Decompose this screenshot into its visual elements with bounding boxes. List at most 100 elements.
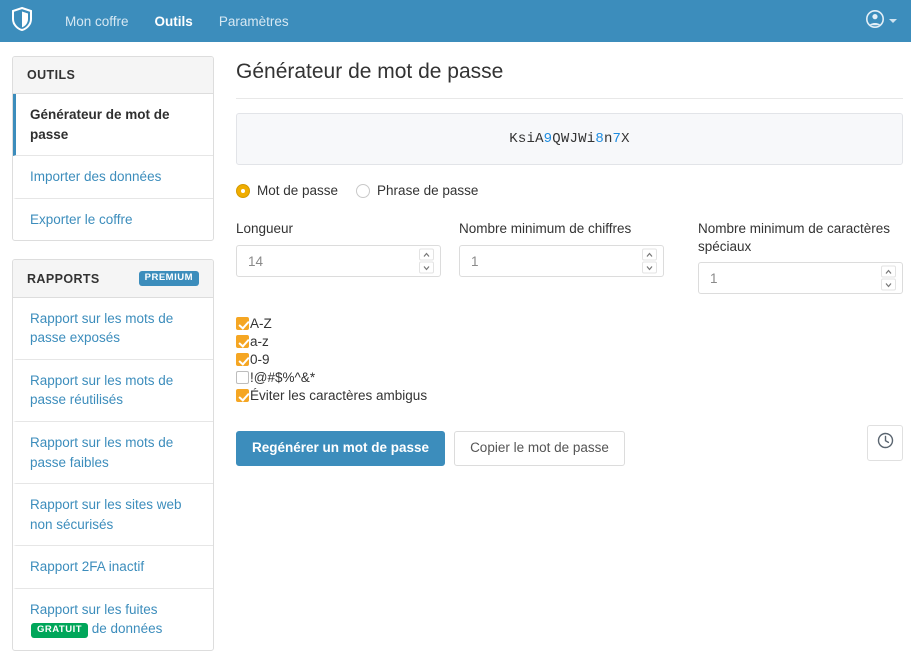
sidebar-item-label: Exporter le coffre [30, 211, 133, 227]
account-menu[interactable] [866, 9, 897, 33]
checkbox-uppercase[interactable] [236, 317, 249, 331]
checkbox-digits-label: 0-9 [250, 352, 270, 368]
min-digits-stepper [642, 248, 657, 274]
sidebar-item-label: Rapport sur les mots de passe exposés [30, 310, 174, 346]
field-min-digits: Nombre minimum de chiffres 1 [459, 220, 664, 294]
tools-panel: OUTILS Générateur de mot de passe Import… [12, 56, 214, 242]
generated-password-text: KsiA9QWJWi8n7X [509, 131, 630, 147]
checkbox-row-avoid-ambiguous[interactable]: Éviter les caractères ambigus [236, 388, 903, 403]
reports-panel-title: RAPPORTS [27, 271, 100, 286]
reports-panel: RAPPORTS PREMIUM Rapport sur les mots de… [12, 259, 214, 651]
tools-panel-title: OUTILS [27, 68, 76, 82]
password-char: i [526, 131, 536, 147]
tools-panel-header: OUTILS [13, 57, 213, 94]
character-set-checkboxes: A-Z a-z 0-9 !@#$%^&* Éviter les caractèr… [236, 316, 903, 403]
action-bar: Regénérer un mot de passe Copier le mot … [236, 419, 903, 466]
sidebar-item-unsecured-websites-report[interactable]: Rapport sur les sites web non sécurisés [13, 484, 213, 547]
sidebar-item-label: Importer des données [30, 169, 162, 185]
checkbox-row-digits[interactable]: 0-9 [236, 352, 903, 367]
password-char: J [569, 131, 579, 147]
stepper-down-icon[interactable] [881, 278, 896, 291]
password-type-radio-group: Mot de passe Phrase de passe [236, 183, 903, 198]
shield-icon [12, 6, 32, 36]
length-input[interactable]: 14 [236, 245, 441, 277]
user-circle-icon [866, 9, 884, 33]
page-title: Générateur de mot de passe [236, 60, 903, 99]
regenerate-password-button[interactable]: Regénérer un mot de passe [236, 431, 446, 466]
checkbox-digits[interactable] [236, 353, 249, 367]
password-char: X [621, 131, 630, 147]
radio-option-passphrase[interactable]: Phrase de passe [356, 183, 478, 198]
sidebar-item-password-generator[interactable]: Générateur de mot de passe [13, 94, 213, 157]
field-min-digits-label: Nombre minimum de chiffres [459, 221, 632, 236]
copy-password-button[interactable]: Copier le mot de passe [454, 431, 625, 466]
radio-passphrase[interactable] [356, 183, 371, 198]
sidebar-item-label-part2: de données [88, 621, 163, 637]
sidebar-item-weak-passwords-report[interactable]: Rapport sur les mots de passe faibles [13, 422, 213, 485]
sidebar-item-export-vault[interactable]: Exporter le coffre [13, 199, 213, 241]
nav-link-settings[interactable]: Paramètres [206, 10, 302, 33]
field-length-label: Longueur [236, 221, 294, 236]
password-char: A [535, 131, 544, 147]
checkbox-avoid-ambiguous-label: Éviter les caractères ambigus [250, 388, 428, 404]
sidebar-item-import-data[interactable]: Importer des données [13, 156, 213, 199]
premium-badge: PREMIUM [138, 271, 199, 286]
generator-fields: Longueur 14 Nombre minimum de chiffres 1… [236, 220, 903, 295]
sidebar-item-exposed-passwords-report[interactable]: Rapport sur les mots de passe exposés [13, 298, 213, 360]
checkbox-uppercase-label: A-Z [250, 316, 272, 332]
nav-link-tools[interactable]: Outils [142, 10, 206, 33]
checkbox-row-uppercase[interactable]: A-Z [236, 316, 903, 331]
reports-panel-header: RAPPORTS PREMIUM [13, 260, 213, 298]
stepper-up-icon[interactable] [881, 265, 896, 278]
clock-history-icon [877, 432, 894, 454]
checkbox-row-special[interactable]: !@#$%^&* [236, 370, 903, 385]
password-char: 8 [595, 131, 604, 147]
field-min-special: Nombre minimum de caractères spéciaux 1 [698, 220, 903, 295]
main-nav: Mon coffre Outils Paramètres [52, 10, 302, 33]
stepper-up-icon[interactable] [419, 248, 434, 261]
radio-passphrase-label: Phrase de passe [377, 183, 479, 198]
top-navbar: Mon coffre Outils Paramètres [0, 0, 911, 42]
sidebar-item-data-breach-report[interactable]: Rapport sur les fuites GRATUIT de données [13, 589, 213, 650]
checkbox-lowercase[interactable] [236, 335, 249, 349]
password-history-button[interactable] [867, 424, 903, 461]
chevron-down-icon [889, 19, 897, 23]
sidebar-item-label: Rapport sur les mots de passe réutilisés [30, 372, 174, 408]
password-char: W [578, 131, 587, 147]
password-char: W [560, 131, 570, 147]
min-special-input[interactable]: 1 [698, 262, 903, 295]
stepper-down-icon[interactable] [642, 261, 657, 274]
radio-option-password[interactable]: Mot de passe [236, 183, 338, 198]
checkbox-avoid-ambiguous[interactable] [236, 389, 249, 403]
main-content: Générateur de mot de passe KsiA9QWJWi8n7… [214, 56, 903, 466]
sidebar-item-inactive-2fa-report[interactable]: Rapport 2FA inactif [13, 546, 213, 589]
page-body: OUTILS Générateur de mot de passe Import… [0, 42, 911, 669]
generated-password-box[interactable]: KsiA9QWJWi8n7X [236, 113, 903, 165]
radio-password-label: Mot de passe [257, 183, 339, 198]
field-min-special-label: Nombre minimum de caractères spéciaux [698, 221, 891, 255]
radio-password[interactable] [236, 183, 250, 198]
stepper-up-icon[interactable] [642, 248, 657, 261]
sidebar-item-label-part1: Rapport sur les fuites [30, 601, 158, 617]
password-char: 7 [612, 131, 622, 147]
password-char: Q [552, 131, 561, 147]
checkbox-row-lowercase[interactable]: a-z [236, 334, 903, 349]
sidebar: OUTILS Générateur de mot de passe Import… [12, 56, 214, 669]
stepper-down-icon[interactable] [419, 261, 434, 274]
sidebar-item-label: Générateur de mot de passe [30, 107, 170, 142]
app-logo[interactable] [6, 0, 38, 42]
min-digits-input[interactable]: 1 [459, 245, 664, 277]
field-length: Longueur 14 [236, 220, 441, 294]
password-char: n [603, 131, 613, 147]
checkbox-lowercase-label: a-z [250, 334, 269, 350]
action-buttons: Regénérer un mot de passe Copier le mot … [236, 431, 625, 466]
min-digits-value: 1 [471, 253, 479, 269]
nav-link-vault[interactable]: Mon coffre [52, 10, 142, 33]
length-value: 14 [248, 253, 264, 269]
min-special-value: 1 [710, 270, 718, 286]
gratuit-badge: GRATUIT [31, 623, 89, 638]
checkbox-special[interactable] [236, 371, 249, 385]
checkbox-special-label: !@#$%^&* [250, 370, 316, 386]
sidebar-item-label: Rapport sur les sites web non sécurisés [30, 497, 182, 532]
sidebar-item-reused-passwords-report[interactable]: Rapport sur les mots de passe réutilisés [13, 360, 213, 422]
